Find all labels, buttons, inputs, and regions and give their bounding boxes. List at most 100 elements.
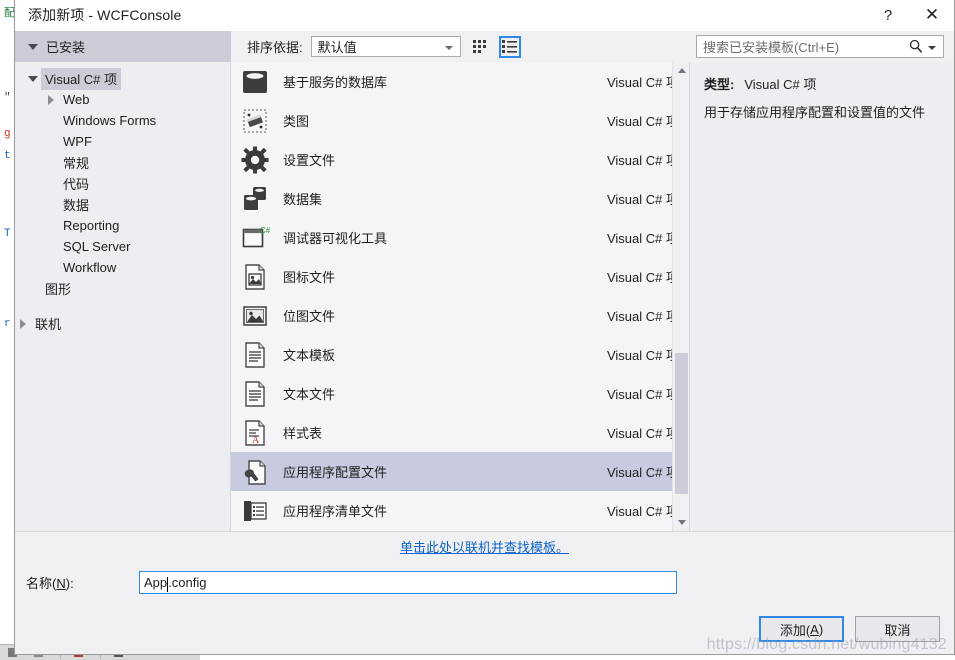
template-kind: Visual C# 项 bbox=[606, 504, 679, 519]
tree-item-图形[interactable]: 图形 bbox=[15, 278, 230, 299]
icon-file-icon bbox=[239, 261, 271, 293]
template-list-scrollbar[interactable] bbox=[672, 62, 689, 531]
add-button[interactable]: 添加(A) bbox=[759, 616, 844, 642]
scrollbar-thumb[interactable] bbox=[675, 353, 688, 494]
search-input[interactable]: 搜索已安装模板(Ctrl+E) bbox=[696, 35, 944, 58]
code-fragment: r bbox=[4, 318, 11, 330]
template-kind: Visual C# 项 bbox=[606, 426, 679, 441]
template-name: 文本模板 bbox=[283, 348, 336, 363]
cancel-button[interactable]: 取消 bbox=[855, 616, 940, 642]
template-name: 调试器可视化工具 bbox=[283, 231, 388, 246]
template-list-item[interactable]: 设置文件 Visual C# 项 bbox=[231, 140, 689, 179]
class-diagram-icon bbox=[239, 105, 271, 137]
tree-item-wpf[interactable]: WPF bbox=[15, 131, 230, 152]
template-list: 基于服务的数据库 Visual C# 项类图 Visual C# 项设置文件 Visu… bbox=[231, 62, 689, 531]
online-templates-bar: 单击此处以联机并查找模板。 bbox=[15, 531, 954, 560]
app-config-icon bbox=[239, 456, 271, 488]
sort-by-value: 默认值 bbox=[317, 40, 357, 55]
add-button-prefix: 添加( bbox=[779, 622, 811, 638]
template-name: 位图文件 bbox=[283, 309, 336, 324]
details-type-row: 类型: Visual C# 项 bbox=[704, 74, 940, 93]
search-icon[interactable] bbox=[909, 39, 923, 59]
template-name: 文本文件 bbox=[283, 387, 336, 402]
template-list-item-partial[interactable] bbox=[231, 530, 689, 531]
template-list-item[interactable]: 应用程序配置文件 Visual C# 项 bbox=[231, 452, 689, 491]
template-name: 设置文件 bbox=[283, 153, 336, 168]
grid-view-glyph bbox=[472, 39, 486, 53]
installed-section-header[interactable]: 已安装 bbox=[15, 31, 231, 62]
find-online-templates-link[interactable]: 单击此处以联机并查找模板。 bbox=[400, 537, 569, 556]
template-list-item[interactable]: C# 调试器可视化工具 Visual C# 项 bbox=[231, 218, 689, 257]
template-name: 类图 bbox=[283, 114, 310, 129]
template-list-item[interactable]: 应用程序清单文件 Visual C# 项 bbox=[231, 491, 689, 530]
template-name: 应用程序配置文件 bbox=[283, 465, 388, 480]
details-type-label: 类型: bbox=[704, 77, 735, 92]
template-kind: Visual C# 项 bbox=[606, 75, 679, 90]
tree-item-visual-c#-项[interactable]: Visual C# 项 bbox=[15, 67, 230, 90]
template-list-item[interactable]: 数据集 Visual C# 项 bbox=[231, 179, 689, 218]
scroll-up-glyph bbox=[677, 68, 686, 73]
text-template-icon bbox=[239, 339, 271, 371]
template-kind: Visual C# 项 bbox=[606, 192, 679, 207]
code-fragment: t bbox=[4, 150, 11, 162]
details-description: 用于存储应用程序配置和设置值的文件 bbox=[704, 105, 926, 120]
template-kind: Visual C# 项 bbox=[606, 270, 679, 285]
template-name: 数据集 bbox=[283, 192, 323, 207]
scroll-up-icon[interactable] bbox=[673, 62, 689, 79]
tree-item-数据[interactable]: 数据 bbox=[15, 194, 230, 215]
template-list-item[interactable]: A 样式表 Visual C# 项 bbox=[231, 413, 689, 452]
tree-item-sql-server[interactable]: SQL Server bbox=[15, 236, 230, 257]
template-kind: Visual C# 项 bbox=[606, 348, 679, 363]
help-button[interactable]: ? bbox=[866, 0, 910, 30]
template-kind: Visual C# 项 bbox=[606, 114, 679, 129]
search-placeholder: 搜索已安装模板(Ctrl+E) bbox=[703, 40, 840, 55]
chevron-right-icon[interactable] bbox=[43, 94, 59, 105]
tree-item-常规[interactable]: 常规 bbox=[15, 152, 230, 173]
list-view-icon[interactable] bbox=[498, 35, 521, 58]
tree-item-label: SQL Server bbox=[63, 238, 131, 254]
chevron-down-glyph bbox=[28, 75, 38, 82]
name-field[interactable]: App .config bbox=[139, 570, 677, 594]
code-fragment: " bbox=[4, 92, 11, 104]
settings-gear-icon bbox=[239, 144, 271, 176]
debugger-visualizer-icon: C# bbox=[239, 222, 271, 254]
tree-item-label: 代码 bbox=[63, 176, 90, 192]
close-icon[interactable]: ✕ bbox=[910, 0, 954, 30]
template-list-item[interactable]: 文本模板 Visual C# 项 bbox=[231, 335, 689, 374]
chevron-down-icon[interactable] bbox=[25, 75, 41, 82]
name-field-text-after-caret: .config bbox=[168, 574, 207, 590]
add-new-item-dialog: 添加新项 - WCFConsole ? ✕ 已安装 排序依据: 默认值 搜索已安… bbox=[14, 0, 955, 655]
list-view-glyph bbox=[502, 40, 518, 53]
tree-item-windows-forms[interactable]: Windows Forms bbox=[15, 110, 230, 131]
tree-item-workflow[interactable]: Workflow bbox=[15, 257, 230, 278]
template-list-item[interactable]: 基于服务的数据库 Visual C# 项 bbox=[231, 62, 689, 101]
installed-section-label: 已安装 bbox=[46, 40, 86, 55]
svg-text:A: A bbox=[252, 435, 260, 446]
search-dropdown-chevron-down-icon[interactable] bbox=[928, 46, 936, 50]
grid-view-icon[interactable] bbox=[469, 36, 491, 58]
template-list-item[interactable]: 位图文件 Visual C# 项 bbox=[231, 296, 689, 335]
tree-item-联机[interactable]: 联机 bbox=[15, 313, 230, 334]
template-list-item[interactable]: 文本文件 Visual C# 项 bbox=[231, 374, 689, 413]
tree-item-web[interactable]: Web bbox=[15, 89, 230, 110]
template-kind: Visual C# 项 bbox=[606, 465, 679, 480]
text-caret bbox=[167, 576, 169, 592]
stylesheet-icon: A bbox=[239, 417, 271, 449]
scroll-down-icon[interactable] bbox=[673, 514, 689, 531]
template-name: 应用程序清单文件 bbox=[283, 504, 388, 519]
name-label-suffix: ): bbox=[65, 575, 74, 591]
chevron-right-glyph bbox=[20, 318, 26, 329]
tree-item-reporting[interactable]: Reporting bbox=[15, 215, 230, 236]
template-list-item[interactable]: 类图 Visual C# 项 bbox=[231, 101, 689, 140]
chevron-right-icon[interactable] bbox=[15, 318, 31, 329]
template-list-item[interactable]: 图标文件 Visual C# 项 bbox=[231, 257, 689, 296]
template-kind: Visual C# 项 bbox=[606, 231, 679, 246]
add-button-accesskey: A bbox=[810, 621, 819, 637]
sort-by-select[interactable]: 默认值 bbox=[310, 36, 461, 57]
tree-item-label: Web bbox=[63, 91, 90, 107]
tree-item-label: 常规 bbox=[63, 155, 90, 171]
code-fragment: g bbox=[4, 128, 11, 140]
text-file-icon bbox=[239, 378, 271, 410]
tree-item-代码[interactable]: 代码 bbox=[15, 173, 230, 194]
